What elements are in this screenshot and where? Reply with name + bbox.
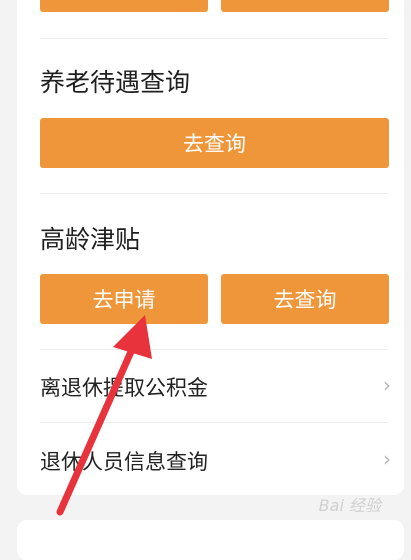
chevron-right-icon: › xyxy=(383,447,391,471)
divider xyxy=(40,422,388,423)
elderly-allowance-section-title: 高龄津贴 xyxy=(40,225,141,254)
list-item-provident-fund-label[interactable]: 离退休提取公积金 xyxy=(40,372,208,402)
list-item-retiree-info-label[interactable]: 退休人员信息查询 xyxy=(40,446,208,476)
next-card xyxy=(17,520,404,560)
watermark: Bai 经验 xyxy=(318,496,381,515)
pension-section-title: 养老待遇查询 xyxy=(40,68,191,97)
divider xyxy=(40,38,388,39)
divider xyxy=(40,193,388,194)
divider xyxy=(40,349,388,350)
elderly-allowance-apply-button[interactable]: 去申请 xyxy=(40,274,208,324)
elderly-allowance-query-button[interactable]: 去查询 xyxy=(221,274,389,324)
top-left-button-partial[interactable] xyxy=(40,0,208,12)
pension-query-button[interactable]: 去查询 xyxy=(40,118,389,168)
chevron-right-icon: › xyxy=(383,373,391,397)
top-right-button-partial[interactable] xyxy=(221,0,389,12)
